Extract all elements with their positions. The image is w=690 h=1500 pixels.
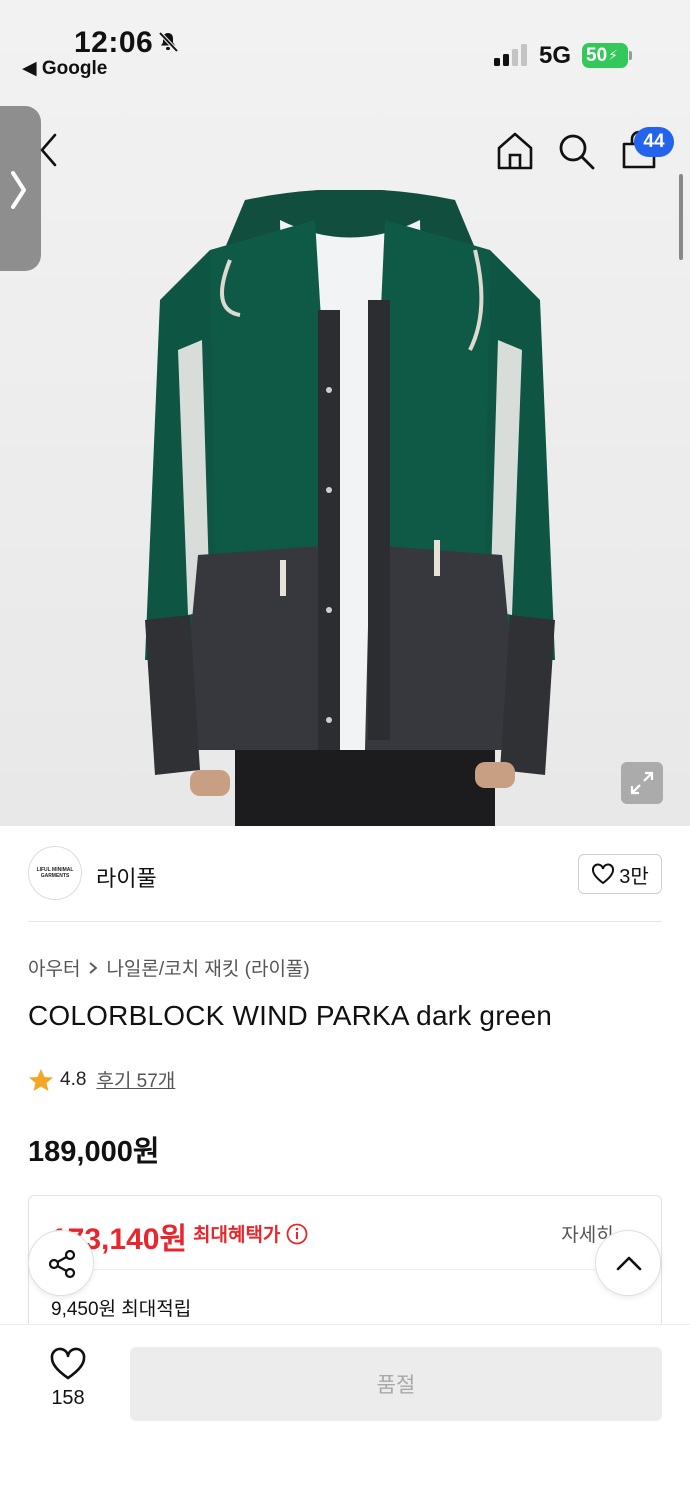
product-photo [145, 190, 555, 826]
share-button[interactable] [28, 1230, 94, 1296]
brand-logo-text: LIFUL MINIMAL GARMENTS [36, 867, 74, 879]
back-to-app-link[interactable]: ◀ Google [22, 57, 107, 80]
cart-count-badge: 44 [634, 127, 674, 157]
benefit-box: 173,140원 최대혜택가 자세히 9,450원 최대적립 [28, 1195, 662, 1335]
product-title: COLORBLOCK WIND PARKA dark green [28, 1000, 553, 1031]
search-icon[interactable] [556, 131, 596, 171]
info-icon[interactable] [286, 1223, 308, 1245]
wishlist-count: 158 [51, 1387, 85, 1409]
side-panel-handle[interactable] [0, 106, 41, 271]
rating-value: 4.8 [60, 1068, 87, 1090]
review-link[interactable]: 후기 57개 [96, 1066, 175, 1093]
brand-row[interactable]: LIFUL MINIMAL GARMENTS 라이풀 3만 [28, 846, 662, 902]
divider [28, 921, 662, 922]
heart-icon [592, 863, 615, 885]
product-image-area[interactable]: 12:06 ◀ Google 5G 50 ⚡ 44 [0, 0, 690, 826]
heart-icon [50, 1347, 86, 1380]
soldout-button[interactable]: 품절 [130, 1347, 662, 1421]
brand-logo[interactable]: LIFUL MINIMAL GARMENTS [28, 846, 82, 900]
home-icon[interactable] [496, 131, 534, 171]
battery-cap [629, 51, 632, 60]
bottom-action-bar: 158 품절 [0, 1324, 690, 1500]
bell-off-icon [158, 31, 179, 53]
share-icon [48, 1249, 76, 1279]
brand-like-count: 3만 [619, 865, 649, 888]
breadcrumb-subcategory[interactable]: 나일론/코치 재킷 (라이풀) [106, 954, 309, 981]
brand-name[interactable]: 라이풀 [96, 861, 157, 893]
brand-like-button[interactable]: 3만 [578, 854, 662, 894]
scroll-to-top-button[interactable] [595, 1230, 661, 1296]
charging-bolt: ⚡ [608, 47, 618, 63]
scroll-indicator [679, 174, 683, 260]
network-label: 5G [539, 42, 572, 69]
benefit-divider [29, 1269, 661, 1270]
max-benefit-label[interactable]: 최대혜택가 [193, 1220, 308, 1247]
battery-icon: 50 ⚡ [582, 43, 628, 68]
expand-icon [630, 771, 654, 795]
status-time: 12:06 [74, 26, 154, 59]
original-price: 189,000원 [28, 1136, 160, 1168]
max-points: 9,450원 최대적립 [51, 1299, 192, 1320]
chevron-up-icon [616, 1256, 642, 1271]
signal-icon [494, 44, 527, 66]
battery-level: 50 [586, 44, 608, 66]
wishlist-button[interactable]: 158 [30, 1347, 106, 1427]
max-benefit-text: 최대혜택가 [193, 1225, 281, 1246]
back-arrow-icon[interactable] [36, 132, 62, 168]
chevron-right-icon [11, 171, 26, 209]
expand-image-button[interactable] [621, 762, 663, 804]
rating-row: 4.8 후기 57개 [28, 1066, 175, 1093]
breadcrumb: 아우터 나일론/코치 재킷 (라이풀) [28, 954, 310, 981]
chevron-right-icon [89, 961, 98, 974]
star-icon [29, 1068, 53, 1091]
breadcrumb-category[interactable]: 아우터 [28, 954, 80, 981]
